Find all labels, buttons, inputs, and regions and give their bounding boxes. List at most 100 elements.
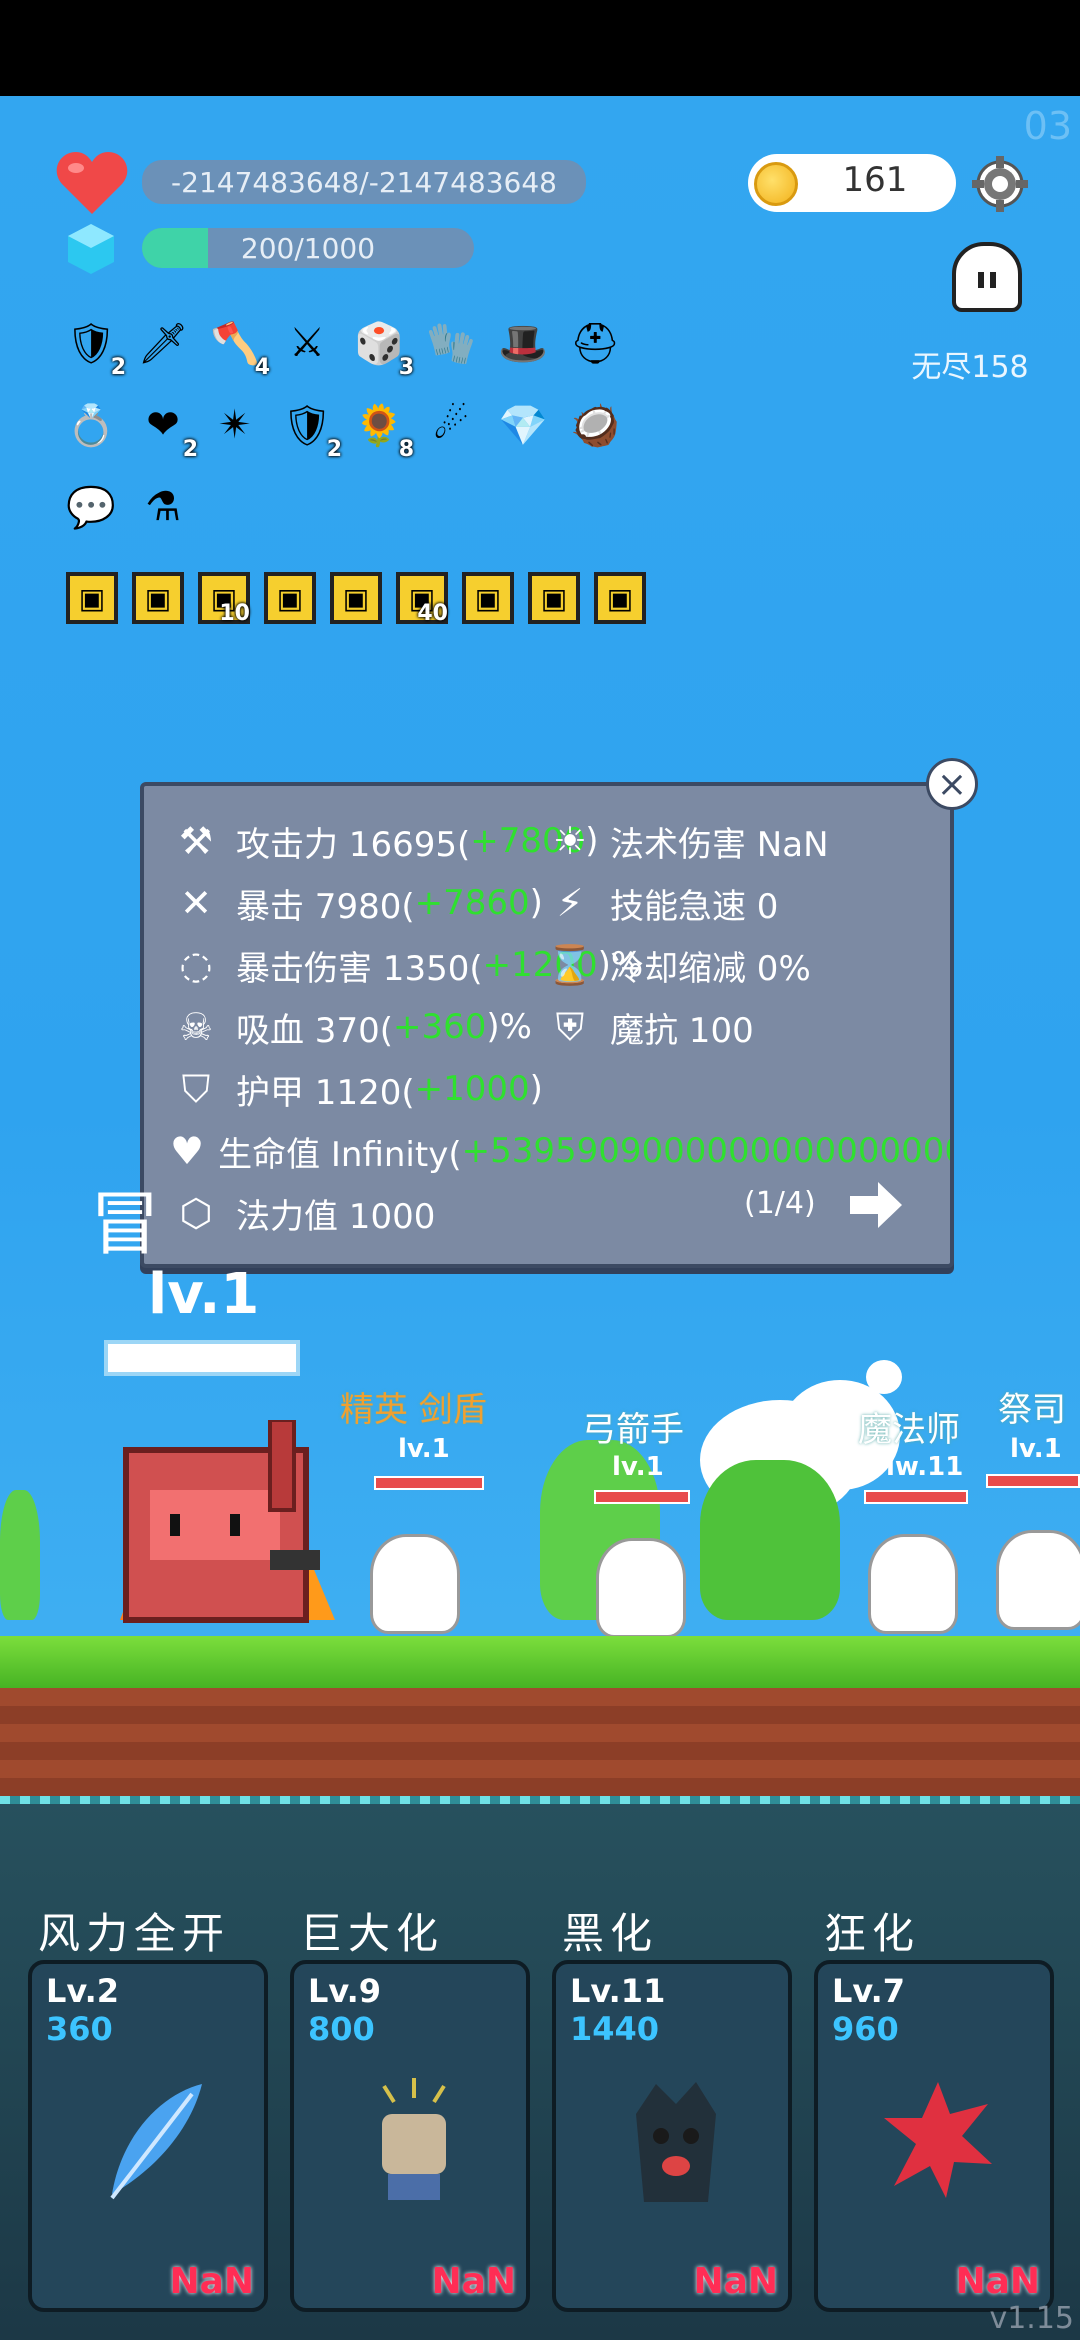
status-bar (0, 0, 1080, 96)
settings-gear-icon[interactable] (968, 152, 1032, 216)
skill-level: Lv.7 (832, 1972, 906, 2010)
next-page-arrow-icon[interactable] (848, 1180, 904, 1230)
enemy-level: lv.1 (612, 1452, 664, 1482)
skill-status: NaN (431, 2261, 516, 2302)
helmet-icon[interactable]: ⛑ (564, 312, 626, 374)
skull-buff-icon-3[interactable]: ▣ (462, 572, 514, 624)
hat-icon[interactable]: 🎩 (492, 312, 554, 374)
cloud (866, 1360, 902, 1394)
skill-cost: 1440 (570, 2010, 660, 2048)
hero-knight-sprite (110, 1418, 340, 1636)
spiked-mace-icon[interactable]: ✴ (204, 394, 266, 456)
enemy-hp-bar (594, 1490, 690, 1504)
axe-icon: ⚒ (178, 819, 214, 863)
shield-heart-icon: ⛨ (555, 1004, 585, 1049)
endless-level-label: 无尽158 (911, 350, 1029, 385)
skull-buff-icon-2[interactable]: ▣ 40 (396, 572, 448, 626)
shield-outline-icon: ⛉ (181, 1066, 211, 1111)
close-button[interactable]: × (926, 758, 978, 810)
stat-skill-haste: ⚡ 技能急速 0 (544, 876, 779, 930)
skill-card[interactable]: Lv.11 1440 NaN (552, 1960, 792, 2312)
item-count-badge: 4 (254, 355, 270, 380)
item-count-badge: 3 (398, 355, 414, 380)
item-count-badge: 2 (182, 437, 198, 462)
item-count-badge: 2 (110, 355, 126, 380)
sunflower-icon[interactable]: 🌻 8 (348, 394, 414, 463)
mana-bar-fill (142, 228, 209, 268)
skill-cost: 360 (46, 2010, 113, 2048)
feather-icon (92, 2074, 212, 2204)
enemy-name: 弓箭手 (582, 1410, 684, 1450)
water-strip (0, 1796, 1080, 1804)
enemy-level: lw.11 (886, 1452, 964, 1482)
light-buff-icon[interactable]: ▣ (66, 572, 118, 624)
enemy-name: 祭司 (998, 1390, 1066, 1430)
enemy-level: lv.1 (1010, 1434, 1062, 1464)
target-ring-icon: ◌ (179, 943, 213, 987)
stats-panel: ⚒ 攻击力 16695(+7800) ✕ 暴击 7980(+7860) ◌ 暴击… (140, 782, 954, 1268)
crosshair-icon: ✕ (180, 881, 212, 925)
skill-card[interactable]: Lv.2 360 NaN (28, 1960, 268, 2312)
mana-bar: 200/1000 (142, 228, 474, 268)
enemy-hp-bar (374, 1476, 484, 1490)
skill-card[interactable]: Lv.7 960 NaN (814, 1960, 1054, 2312)
dice-icon[interactable]: 🎲 3 (348, 312, 414, 381)
ghost-icon[interactable] (952, 242, 1022, 312)
skill-status: NaN (169, 2261, 254, 2302)
stat-magic-resist: ⛨ 魔抗 100 (544, 1000, 754, 1054)
blade-buff-icon[interactable]: ▣ (594, 572, 646, 624)
broadsword-icon[interactable]: ⚔ (276, 312, 338, 374)
skill-status: NaN (693, 2261, 778, 2302)
sun-icon: ☀ (552, 819, 588, 863)
battle-axe-icon[interactable]: 🪓 4 (204, 312, 270, 381)
tree (0, 1490, 40, 1620)
stat-hp: ♥ 生命值 Infinity(+539590900000000000000000… (170, 1129, 950, 1175)
fire-ring-buff-icon-2[interactable]: ▣ 10 (198, 572, 250, 626)
skill-cost: 960 (832, 2010, 899, 2048)
skill-name: 黑化 (562, 1909, 659, 1958)
potion-flask-icon[interactable]: ⚗ (132, 476, 194, 538)
heart-outline-icon: ♥ (170, 1129, 205, 1173)
red-shield-icon[interactable]: 🛡 2 (276, 394, 342, 463)
fire-ring-buff-icon[interactable]: ▣ (132, 572, 184, 624)
stat-armor: ⛉ 护甲 1120(+1000) (170, 1062, 543, 1116)
enemy-priest-sprite (996, 1530, 1080, 1630)
gem-icon[interactable]: 💎 (492, 394, 554, 456)
skill-card[interactable]: Lv.9 800 NaN (290, 1960, 530, 2312)
stat-mana: ⬡ 法力值 1000 (170, 1186, 435, 1240)
heart-icon (54, 148, 130, 218)
coin-amount: 161 (842, 160, 908, 200)
rage-splat-icon (878, 2074, 998, 2204)
hero-level: lv.1 (148, 1262, 260, 1327)
armor-buff-icon[interactable]: ▣ (528, 572, 580, 624)
skill-status: NaN (955, 2261, 1040, 2302)
chat-bubble-icon[interactable]: 💬 (60, 476, 122, 538)
enemy-mage-sprite (868, 1534, 958, 1634)
check-buff-icon[interactable]: ▣ (264, 572, 316, 624)
item-row-1: 🛡 2 🗡 🪓 4 ⚔ 🎲 3 🧤 🎩 ⛑ (60, 312, 640, 382)
page-indicator: (1/4) (744, 1186, 816, 1221)
stat-attack: ⚒ 攻击力 16695(+7800) (170, 814, 599, 868)
stat-lifesteal: ☠ 吸血 370(+360)% (170, 1000, 532, 1054)
fist-icon (354, 2074, 474, 2204)
ground-dirt (0, 1688, 1080, 1796)
skill-name: 巨大化 (300, 1909, 445, 1958)
ring-icon[interactable]: 💍 (60, 394, 122, 456)
mana-bar-text: 200/1000 (240, 231, 376, 265)
sword-icon[interactable]: 🗡 (132, 312, 194, 374)
skull-buff-icon[interactable]: ▣ (330, 572, 382, 624)
enemy-archer-sprite (596, 1538, 686, 1638)
coconut-icon[interactable]: 🥥 (564, 394, 626, 456)
buff-count-badge: 40 (417, 601, 448, 626)
meteor-icon[interactable]: ☄ (420, 394, 482, 456)
enemy-sword-shield-sprite (370, 1534, 460, 1634)
glove-icon[interactable]: 🧤 (420, 312, 482, 374)
hero-exp-bar (104, 1340, 300, 1376)
skill-level: Lv.9 (308, 1972, 382, 2010)
heart-potion-icon[interactable]: ❤ 2 (132, 394, 198, 462)
tree (700, 1460, 840, 1620)
stat-cooldown: ⌛ 冷却缩减 0% (544, 938, 810, 992)
stat-crit: ✕ 暴击 7980(+7860) (170, 876, 543, 930)
enemy-hp-bar (864, 1490, 968, 1504)
shield-icon[interactable]: 🛡 2 (60, 312, 126, 381)
